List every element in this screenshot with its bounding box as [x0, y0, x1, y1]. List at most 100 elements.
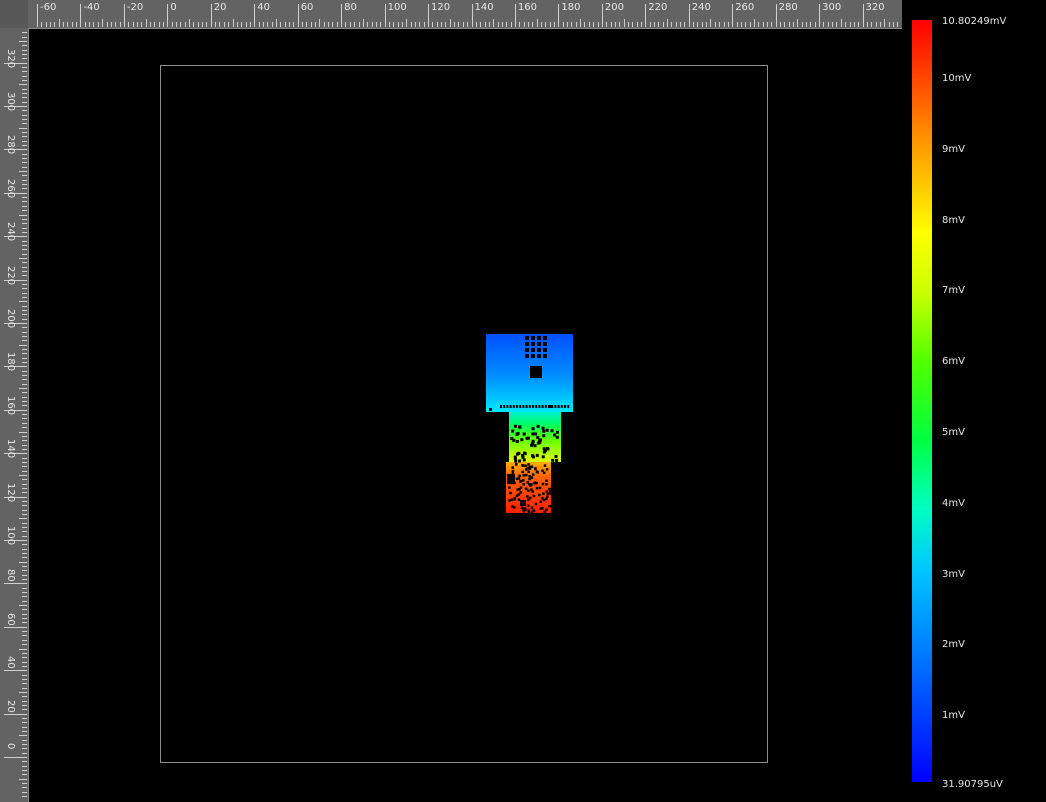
- via-void: [538, 440, 542, 444]
- via-void: [525, 473, 528, 477]
- colorbar-min-label: 31.90795uV: [942, 779, 1003, 790]
- via-void: [515, 439, 519, 443]
- via-void: [555, 435, 559, 439]
- via-void: [503, 405, 506, 408]
- via-void: [528, 475, 531, 478]
- via-void: [550, 429, 554, 433]
- via-void: [548, 487, 551, 491]
- via-void: [541, 405, 544, 408]
- via-void: [535, 486, 539, 490]
- via-void: [531, 336, 535, 340]
- via-void: [515, 477, 519, 481]
- via-void: [539, 507, 543, 510]
- via-void: [520, 438, 524, 442]
- via-void: [514, 459, 518, 463]
- via-void: [545, 482, 548, 486]
- via-void: [519, 491, 523, 494]
- via-void: [543, 449, 547, 453]
- via-void: [522, 405, 525, 408]
- via-void: [520, 500, 526, 506]
- via-void: [536, 424, 540, 428]
- via-void: [531, 354, 535, 358]
- via-void: [545, 497, 548, 501]
- via-void: [554, 454, 558, 458]
- via-void: [509, 405, 512, 408]
- via-void: [543, 336, 547, 340]
- via-void: [522, 432, 526, 436]
- via-void: [543, 464, 547, 467]
- region-high-side: [486, 334, 573, 412]
- colorbar-tick-label: 4mV: [942, 497, 965, 509]
- via-void: [529, 484, 532, 487]
- via-void: [536, 435, 540, 439]
- via-void: [531, 439, 535, 443]
- via-void: [511, 469, 515, 473]
- via-void: [525, 336, 529, 340]
- via-void: [542, 471, 546, 475]
- via-void: [508, 486, 511, 489]
- via-void: [537, 342, 541, 346]
- via-void: [518, 474, 521, 478]
- via-void: [542, 492, 545, 495]
- via-void: [564, 405, 566, 408]
- via-void: [560, 405, 563, 408]
- via-void: [538, 493, 541, 497]
- via-void: [545, 468, 549, 471]
- via-void: [511, 466, 514, 469]
- via-void: [527, 470, 530, 474]
- via-void: [551, 458, 555, 462]
- via-void: [524, 487, 528, 490]
- via-void: [537, 336, 541, 340]
- via-void: [541, 426, 545, 430]
- via-void: [521, 453, 525, 457]
- colorbar-tick-label: 6mV: [942, 356, 965, 368]
- colorbar-tick-label: 3mV: [942, 568, 965, 580]
- via-void: [531, 455, 535, 459]
- via-void: [543, 342, 547, 346]
- via-void: [500, 405, 502, 408]
- via-void: [545, 508, 548, 512]
- via-void: [557, 405, 560, 408]
- via-void: [516, 432, 520, 436]
- via-void: [528, 405, 531, 408]
- via-void: [510, 436, 514, 440]
- via-void: [521, 464, 525, 467]
- via-void: [537, 348, 541, 352]
- via-void: [531, 342, 535, 346]
- via-void: [544, 405, 547, 408]
- colorbar-tick-label: 10mV: [942, 73, 972, 84]
- via-void: [518, 488, 521, 491]
- via-void: [522, 458, 526, 462]
- via-void: [507, 474, 515, 484]
- via-void: [528, 496, 532, 500]
- via-void: [534, 467, 537, 471]
- via-void: [519, 479, 523, 483]
- via-void: [545, 428, 549, 432]
- via-void: [549, 405, 552, 408]
- via-void: [536, 471, 539, 474]
- via-void: [543, 510, 546, 514]
- colorbar-tick-label: 7mV: [942, 285, 965, 297]
- via-void: [527, 489, 530, 493]
- via-void: [545, 479, 548, 483]
- via-void: [555, 430, 559, 434]
- via-void: [530, 366, 542, 378]
- via-void: [533, 481, 537, 484]
- via-void: [525, 342, 529, 346]
- via-void: [506, 405, 509, 408]
- via-void: [509, 491, 512, 495]
- via-void: [532, 509, 536, 512]
- via-void: [515, 463, 518, 466]
- via-void: [535, 405, 538, 408]
- voltage-drop-heatmap[interactable]: [0, 0, 1046, 802]
- via-void: [532, 432, 536, 436]
- via-void: [542, 434, 546, 438]
- via-void: [522, 474, 525, 477]
- via-void: [513, 424, 517, 428]
- via-void: [526, 481, 529, 484]
- colorbar-tick-label: 2mV: [942, 639, 965, 651]
- via-void: [534, 502, 538, 506]
- via-void: [508, 499, 511, 502]
- via-void: [511, 429, 515, 433]
- via-void: [545, 490, 549, 493]
